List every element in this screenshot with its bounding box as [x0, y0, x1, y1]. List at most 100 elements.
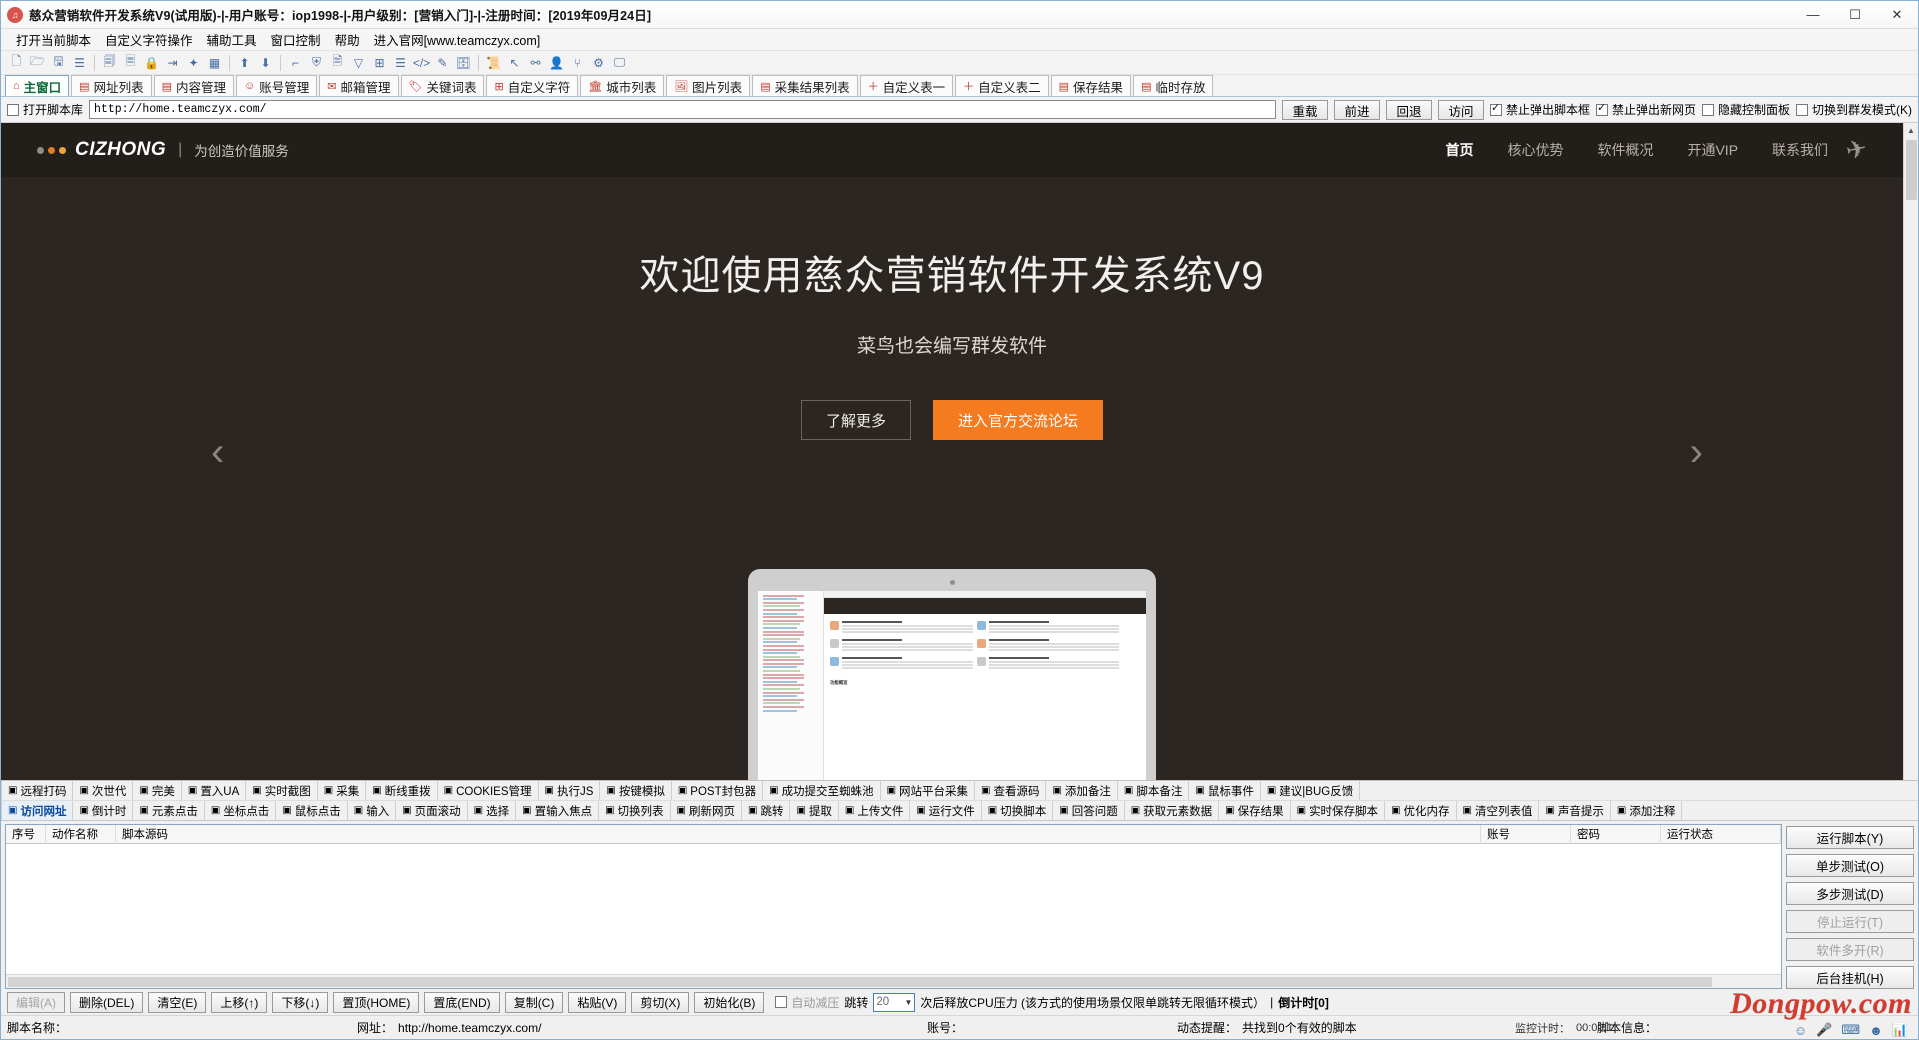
- menu-item-1[interactable]: 自定义字符操作: [98, 28, 200, 51]
- action-添加注释[interactable]: ▣ 添加注释: [1610, 801, 1683, 820]
- action-成功提交至蜘蛛池[interactable]: ▣ 成功提交至蜘蛛池: [763, 781, 881, 800]
- side-button-0[interactable]: 运行脚本(Y): [1786, 826, 1914, 849]
- forward-button[interactable]: 前进: [1333, 99, 1380, 120]
- user-green-icon[interactable]: 👤: [547, 53, 566, 72]
- action-运行文件[interactable]: ▣ 运行文件: [910, 801, 982, 820]
- wand-icon[interactable]: ✦: [184, 53, 203, 72]
- learn-more-button[interactable]: 了解更多: [800, 400, 911, 440]
- carousel-prev-icon[interactable]: ‹: [211, 432, 224, 472]
- tab-保存结果[interactable]: ▤ 保存结果: [1050, 75, 1132, 96]
- doc-icon[interactable]: 🗎: [328, 53, 347, 72]
- action-断线重拨[interactable]: ▣ 断线重拨: [366, 781, 438, 800]
- list-icon[interactable]: ☰: [70, 53, 89, 72]
- reload-button[interactable]: 重载: [1281, 99, 1328, 120]
- action-置输入焦点[interactable]: ▣ 置输入焦点: [516, 801, 600, 820]
- action-上传文件[interactable]: ▣ 上传文件: [838, 801, 911, 820]
- url-input[interactable]: [89, 100, 1276, 119]
- new-file-icon[interactable]: 🗋: [7, 53, 26, 72]
- action-倒计时[interactable]: ▣ 倒计时: [73, 801, 134, 820]
- action-切换脚本[interactable]: ▣ 切换脚本: [981, 801, 1054, 820]
- copy-list-icon[interactable]: 🗐: [100, 53, 119, 72]
- action-获取元素数据[interactable]: ▣ 获取元素数据: [1124, 801, 1220, 820]
- tab-自定义表一[interactable]: ＋自定义表一: [859, 75, 954, 96]
- auto-reduce-checkbox[interactable]: 自动减压: [775, 994, 839, 1011]
- action-采集[interactable]: ▣ 采集: [317, 781, 367, 800]
- menu-item-2[interactable]: 辅助工具: [200, 28, 264, 51]
- menu-item-0[interactable]: 打开当前脚本: [9, 28, 98, 51]
- block-script-dialog-checkbox[interactable]: 禁止弹出脚本框: [1489, 101, 1590, 118]
- nav-link-首页[interactable]: 首页: [1445, 140, 1473, 160]
- site-logo[interactable]: CIZHONG | 为创造价值服务: [37, 139, 289, 161]
- menu-item-4[interactable]: 帮助: [328, 28, 367, 51]
- gear-icon[interactable]: ⚙: [589, 53, 608, 72]
- side-button-2[interactable]: 多步测试(D): [1786, 882, 1914, 905]
- tab-自定义字符[interactable]: ⊞ 自定义字符: [486, 75, 579, 96]
- hide-panel-checkbox[interactable]: 隐藏控制面板: [1701, 101, 1790, 118]
- action-远程打码[interactable]: ▣ 远程打码: [1, 781, 74, 800]
- grid-icon[interactable]: ⊞: [370, 53, 389, 72]
- bottom-button-1[interactable]: 删除(DEL): [70, 991, 144, 1013]
- scroll-thumb[interactable]: [1905, 140, 1917, 200]
- side-button-5[interactable]: 后台挂机(H): [1786, 966, 1914, 989]
- lock-icon[interactable]: 🔒: [142, 53, 161, 72]
- link-icon[interactable]: ⚯: [526, 53, 545, 72]
- minimize-button[interactable]: —: [1792, 1, 1834, 29]
- ruler-icon[interactable]: ⌐: [286, 53, 305, 72]
- align-icon[interactable]: ☰: [391, 53, 410, 72]
- action-查看源码[interactable]: ▣ 查看源码: [975, 781, 1047, 800]
- tab-采集结果列表[interactable]: ▤ 采集结果列表: [752, 75, 858, 96]
- paper-plane-icon[interactable]: ✈: [1843, 133, 1870, 167]
- action-建议|BUG反馈[interactable]: ▣ 建议|BUG反馈: [1260, 781, 1361, 800]
- block-popup-checkbox[interactable]: 禁止弹出新网页: [1595, 101, 1696, 118]
- action-实时保存脚本[interactable]: ▣ 实时保存脚本: [1290, 801, 1386, 820]
- action-脚本备注[interactable]: ▣ 脚本备注: [1117, 781, 1190, 800]
- action-网站平台采集[interactable]: ▣ 网站平台采集: [880, 781, 976, 800]
- action-清空列表值[interactable]: ▣ 清空列表值: [1456, 801, 1540, 820]
- mass-mode-checkbox[interactable]: 切换到群发模式(K): [1796, 101, 1912, 118]
- action-回答问题[interactable]: ▣ 回答问题: [1053, 801, 1125, 820]
- tab-主窗口[interactable]: ⌂ 主窗口: [5, 75, 70, 96]
- action-鼠标点击[interactable]: ▣ 鼠标点击: [276, 801, 348, 820]
- nav-link-软件概况[interactable]: 软件概况: [1597, 140, 1653, 160]
- tab-邮箱管理[interactable]: ✉ 邮箱管理: [319, 75, 399, 96]
- db-icon[interactable]: 🗄: [454, 53, 473, 72]
- action-选择[interactable]: ▣ 选择: [467, 801, 517, 820]
- monitor-icon[interactable]: 🖵: [610, 53, 629, 72]
- maximize-button[interactable]: ☐: [1834, 1, 1876, 29]
- visit-button[interactable]: 访问: [1437, 99, 1484, 120]
- action-刷新网页[interactable]: ▣ 刷新网页: [670, 801, 742, 820]
- keyboard-icon[interactable]: ⌨: [1841, 1022, 1860, 1038]
- action-次世代[interactable]: ▣ 次世代: [73, 781, 134, 800]
- nav-link-核心优势[interactable]: 核心优势: [1507, 140, 1563, 160]
- edit-doc-icon[interactable]: ✎: [433, 53, 452, 72]
- download-icon[interactable]: ⬇: [256, 53, 275, 72]
- code-icon[interactable]: </>: [412, 53, 431, 72]
- nav-link-开通VIP[interactable]: 开通VIP: [1687, 140, 1738, 160]
- chart-icon[interactable]: 📊: [1892, 1022, 1908, 1038]
- action-鼠标事件[interactable]: ▣ 鼠标事件: [1189, 781, 1261, 800]
- script-grid[interactable]: 序号 动作名称 脚本源码 账号 密码 运行状态: [5, 824, 1782, 989]
- action-切换列表[interactable]: ▣ 切换列表: [599, 801, 671, 820]
- action-COOKIES管理[interactable]: ▣ COOKIES管理: [437, 781, 539, 800]
- filter-icon[interactable]: ▽: [349, 53, 368, 72]
- side-button-1[interactable]: 单步测试(O): [1786, 854, 1914, 877]
- bottom-button-9[interactable]: 剪切(X): [631, 991, 690, 1013]
- action-提取[interactable]: ▣ 提取: [790, 801, 839, 820]
- grid-body[interactable]: [6, 844, 1781, 974]
- grid-horizontal-scrollbar[interactable]: [6, 974, 1781, 988]
- cursor-icon[interactable]: ↖: [505, 53, 524, 72]
- microphone-icon[interactable]: 🎤: [1816, 1022, 1832, 1038]
- save-file-icon[interactable]: 🖫: [49, 53, 68, 72]
- bottom-button-4[interactable]: 下移(↓): [272, 991, 329, 1013]
- action-访问网址[interactable]: ▣ 访问网址: [1, 801, 74, 820]
- scroll-up-icon[interactable]: ▲: [1903, 123, 1918, 138]
- action-声音提示[interactable]: ▣ 声音提示: [1539, 801, 1611, 820]
- action-坐标点击[interactable]: ▣ 坐标点击: [204, 801, 277, 820]
- tree-icon[interactable]: ⑂: [568, 53, 587, 72]
- tab-网址列表[interactable]: ▤ 网址列表: [71, 75, 152, 96]
- open-file-icon[interactable]: 🗁: [28, 53, 47, 72]
- tab-内容管理[interactable]: ▤ 内容管理: [153, 75, 235, 96]
- bottom-button-10[interactable]: 初始化(B): [694, 991, 765, 1013]
- contact-icon[interactable]: ☻: [1869, 1023, 1883, 1038]
- action-输入[interactable]: ▣ 输入: [347, 801, 397, 820]
